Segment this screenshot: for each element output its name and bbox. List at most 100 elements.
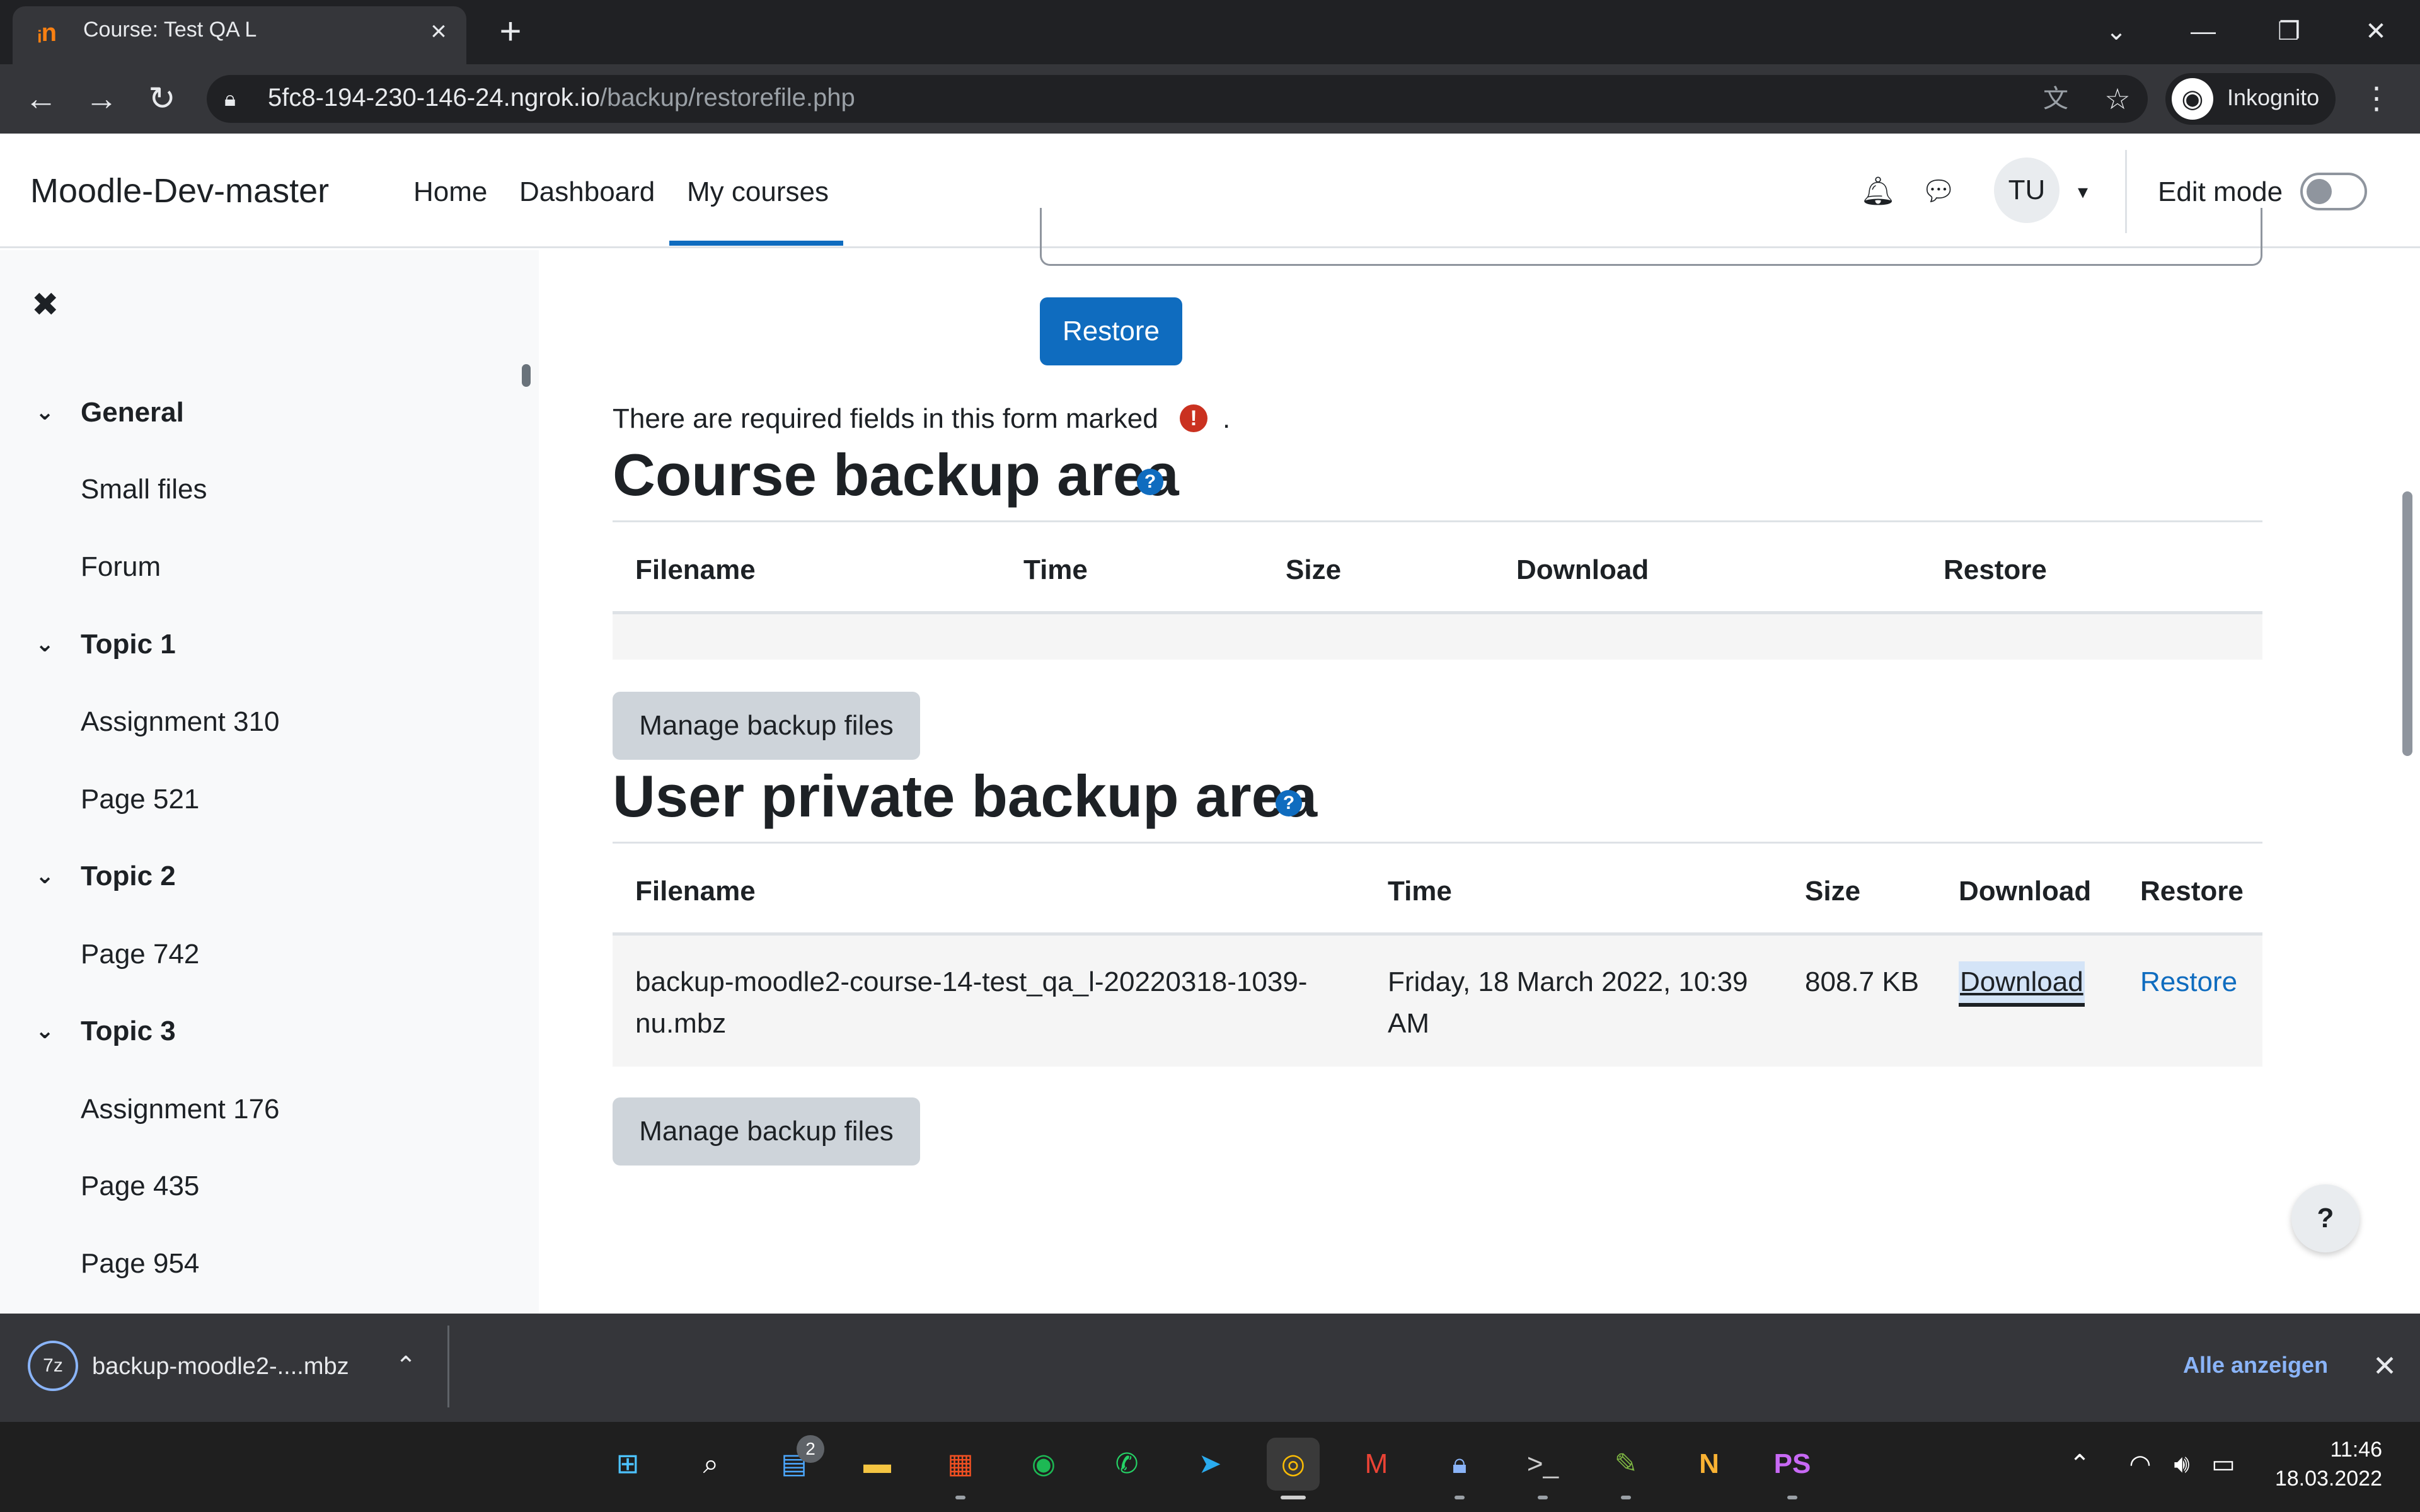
activity-forum[interactable]: Forum	[81, 551, 161, 583]
nav-home[interactable]: Home	[413, 176, 487, 208]
chrome-icon[interactable]: ◎	[1267, 1438, 1320, 1491]
clock-time[interactable]: 11:46	[2307, 1438, 2382, 1462]
section-collapse-chevron-icon[interactable]: ⌄	[35, 858, 63, 893]
archive-file-icon: 7z	[28, 1341, 78, 1391]
forward-arrow-icon[interactable]: →	[79, 79, 124, 119]
browser-menu-icon[interactable]: ⋮	[2361, 79, 2392, 119]
site-name[interactable]: Moodle-Dev-master	[30, 171, 329, 210]
nav-my-courses[interactable]: My courses	[687, 176, 829, 208]
close-drawer-icon[interactable]: ✖	[32, 285, 67, 325]
manage-course-backup-button[interactable]: Manage backup files	[613, 692, 920, 760]
help-floating-button[interactable]: ?	[2291, 1184, 2360, 1252]
course-backup-heading: Course backup area	[613, 442, 1179, 508]
backup-download-link[interactable]: Download	[1959, 961, 2085, 1007]
incognito-icon: ◉	[2172, 78, 2213, 120]
vpn-lock-icon[interactable]: 🔒︎	[1433, 1438, 1486, 1491]
tab-search-chevron-icon[interactable]: ⌄	[2091, 13, 2141, 50]
file-picker-field[interactable]	[1040, 208, 2262, 266]
table-top-rule	[613, 520, 2262, 522]
back-arrow-icon[interactable]: ←	[19, 79, 63, 119]
restore-button[interactable]: Restore	[1040, 297, 1182, 365]
drawer-scrollbar[interactable]	[522, 364, 531, 387]
close-window-icon[interactable]: ✕	[2351, 13, 2401, 50]
download-shelf	[0, 1314, 2420, 1422]
section-topic-1[interactable]: Topic 1	[81, 629, 176, 660]
empty-table-row	[613, 614, 2262, 660]
bookmark-star-icon[interactable]: ☆	[2099, 80, 2136, 118]
wifi-icon[interactable]: ◠	[2123, 1446, 2158, 1482]
windows-start-icon[interactable]: ⊞	[601, 1438, 654, 1491]
url-text[interactable]: 5fc8-194-230-146-24.ngrok.io/backup/rest…	[268, 84, 855, 112]
backup-filename-line2: nu.mbz	[635, 1008, 727, 1039]
widgets-badge: 2	[797, 1435, 824, 1463]
backup-size: 808.7 KB	[1805, 966, 1920, 997]
n-app-icon[interactable]: N	[1683, 1438, 1736, 1491]
microsoft-store-icon[interactable]: ▦	[934, 1438, 987, 1491]
telegram-icon[interactable]: ➤	[1184, 1438, 1236, 1491]
url-path: /backup/restorefile.php	[600, 84, 855, 112]
gmail-icon[interactable]: M	[1350, 1438, 1403, 1491]
clock-date[interactable]: 18.03.2022	[2269, 1467, 2382, 1491]
backup-filename: backup-moodle2-course-14-test_qa_l-20220…	[635, 961, 1307, 1045]
backup-time: Friday, 18 March 2022, 10:39 AM	[1388, 961, 1748, 1045]
lock-icon[interactable]: 🔒︎	[224, 85, 247, 113]
help-question-icon[interactable]: ?	[1276, 790, 1302, 816]
section-general[interactable]: General	[81, 397, 184, 428]
translate-icon[interactable]: 文	[2037, 80, 2075, 118]
url-host: 5fc8-194-230-146-24.ngrok.io	[268, 84, 601, 112]
section-topic-2[interactable]: Topic 2	[81, 861, 176, 892]
download-filename[interactable]: backup-moodle2-....mbz	[92, 1353, 349, 1380]
col-size: Size	[1286, 554, 1342, 585]
activity-page-435[interactable]: Page 435	[81, 1171, 199, 1202]
activity-small-files[interactable]: Small files	[81, 474, 207, 505]
col-time: Time	[1023, 554, 1088, 585]
terminal-running-indicator	[1538, 1496, 1548, 1499]
download-divider	[447, 1326, 449, 1407]
restore-window-icon[interactable]: ❐	[2264, 13, 2314, 50]
tab-close-icon[interactable]: ×	[421, 14, 456, 49]
activity-page-742[interactable]: Page 742	[81, 939, 199, 970]
user-menu-chevron-icon[interactable]: ▾	[2067, 174, 2099, 209]
active-nav-indicator	[669, 241, 843, 246]
close-download-shelf-icon[interactable]: ✕	[2367, 1347, 2402, 1385]
edit-mode-toggle-knob	[2307, 179, 2332, 204]
terminal-icon[interactable]: >_	[1516, 1438, 1569, 1491]
activity-page-954[interactable]: Page 954	[81, 1248, 199, 1280]
help-question-icon[interactable]: ?	[1137, 469, 1163, 495]
manage-user-backup-button[interactable]: Manage backup files	[613, 1097, 920, 1166]
file-explorer-icon[interactable]: ▬	[851, 1438, 904, 1491]
activity-page-521[interactable]: Page 521	[81, 784, 199, 815]
tray-overflow-chevron-icon[interactable]: ⌃	[2062, 1446, 2097, 1482]
whatsapp-icon[interactable]: ✆	[1100, 1438, 1153, 1491]
minimize-icon[interactable]: —	[2178, 13, 2228, 50]
required-note-period: .	[1223, 403, 1231, 434]
chrome-active-indicator	[1281, 1496, 1306, 1499]
phpstorm-icon[interactable]: PS	[1766, 1438, 1819, 1491]
section-collapse-chevron-icon[interactable]: ⌄	[35, 394, 63, 430]
backup-time-line1: Friday, 18 March 2022, 10:39	[1388, 966, 1748, 997]
nav-dashboard[interactable]: Dashboard	[519, 176, 655, 208]
volume-icon[interactable]: 🔊︎	[2164, 1446, 2199, 1482]
messages-chat-icon[interactable]: 💬︎	[1920, 171, 1957, 212]
download-options-chevron-icon[interactable]: ⌃	[387, 1348, 425, 1383]
notepad-icon[interactable]: ✎	[1599, 1438, 1652, 1491]
search-icon[interactable]: ⌕	[684, 1438, 737, 1491]
col-download: Download	[1516, 554, 1649, 585]
activity-assignment-310[interactable]: Assignment 310	[81, 706, 280, 738]
section-topic-3[interactable]: Topic 3	[81, 1016, 176, 1047]
backup-restore-link[interactable]: Restore	[2140, 961, 2237, 1003]
required-exclamation-icon: !	[1180, 404, 1207, 432]
spotify-icon[interactable]: ◉	[1017, 1438, 1070, 1491]
activity-assignment-176[interactable]: Assignment 176	[81, 1094, 280, 1125]
show-all-downloads-link[interactable]: Alle anzeigen	[2183, 1352, 2328, 1378]
section-collapse-chevron-icon[interactable]: ⌄	[35, 626, 63, 662]
backup-filename-line1: backup-moodle2-course-14-test_qa_l-20220…	[635, 966, 1308, 997]
moodle-favicon-icon: ᵢn	[38, 19, 57, 47]
reload-icon[interactable]: ↻	[140, 79, 184, 119]
new-tab-icon[interactable]: +	[492, 13, 529, 50]
page-scrollbar[interactable]	[2402, 491, 2412, 756]
col-download: Download	[1959, 876, 2092, 907]
battery-icon[interactable]: ▭	[2206, 1446, 2241, 1482]
notification-bell-icon[interactable]: 🔔︎	[1859, 171, 1897, 212]
section-collapse-chevron-icon[interactable]: ⌄	[35, 1013, 63, 1048]
